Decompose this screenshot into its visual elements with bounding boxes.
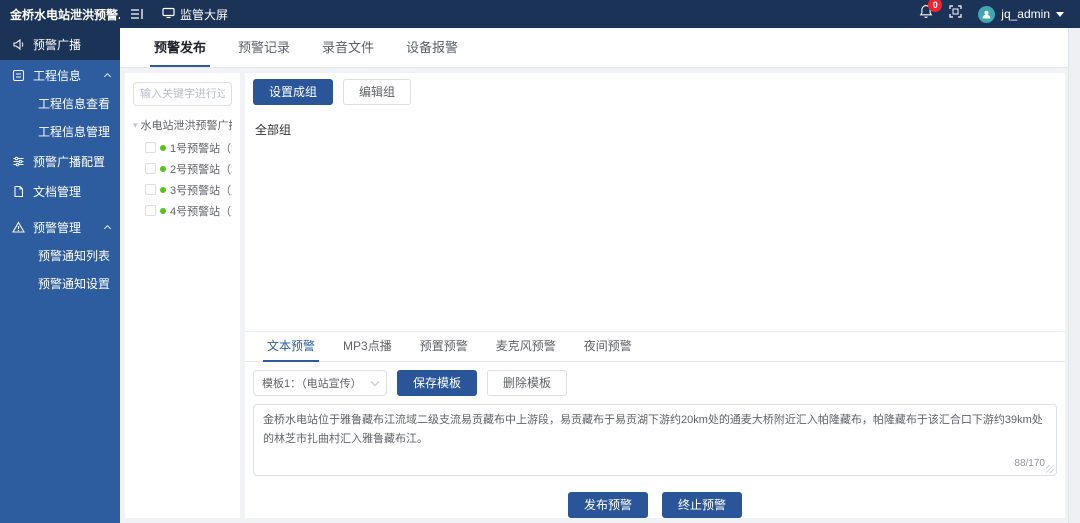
sidebar-group-project-info[interactable]: 工程信息: [0, 60, 120, 90]
sidebar-item-warning-notice-settings[interactable]: 预警通知设置: [0, 270, 120, 298]
avatar: [978, 6, 995, 23]
char-counter: 88/170: [1010, 458, 1045, 469]
tree-station-2[interactable]: 2号预警站（坝下）: [133, 162, 232, 175]
scrollbar-track[interactable]: [1068, 28, 1080, 523]
config-sliders-icon: [12, 155, 25, 168]
tree-filter-input[interactable]: [133, 82, 232, 106]
tab-text-warning[interactable]: 文本预警: [253, 332, 329, 361]
tab-microphone-warning[interactable]: 麦克风预警: [482, 332, 570, 361]
sidebar: 预警广播 工程信息 工程信息查看 工程信息管理 预警广播配置 文档管理: [0, 28, 120, 523]
chevron-up-icon: [104, 72, 111, 79]
username-label: jq_admin: [1001, 7, 1050, 21]
sidebar-item-warning-broadcast[interactable]: 预警广播: [0, 28, 120, 60]
app-title: 金桥水电站泄洪预警...: [0, 6, 120, 23]
broadcast-icon: [12, 38, 25, 51]
chevron-up-icon: [104, 224, 111, 231]
stop-warning-button[interactable]: 终止预警: [662, 492, 742, 518]
main-tab-bar: 预警发布 预警记录 录音文件 设备报警: [120, 28, 1068, 68]
sidebar-item-label: 预警广播: [33, 36, 81, 53]
warning-tab-bar: 文本预警 MP3点播 预置预警 麦克风预警 夜间预警: [245, 332, 1065, 362]
online-status-dot: [160, 166, 166, 172]
station-checkbox[interactable]: [145, 142, 156, 153]
tab-recording-files[interactable]: 录音文件: [306, 28, 390, 67]
tab-device-alarms[interactable]: 设备报警: [390, 28, 474, 67]
warning-editor-section: 文本预警 MP3点播 预置预警 麦克风预警 夜间预警 模板1：（电站宣传） 保存…: [245, 331, 1065, 518]
station-checkbox[interactable]: [145, 184, 156, 195]
tab-warning-records[interactable]: 预警记录: [222, 28, 306, 67]
tab-mp3-broadcast[interactable]: MP3点播: [329, 332, 406, 361]
sidebar-item-document-manage[interactable]: 文档管理: [0, 176, 120, 206]
alert-icon: [12, 221, 25, 234]
edit-group-button[interactable]: 编辑组: [343, 79, 411, 105]
app-root: 金桥水电站泄洪预警... 监管大屏 0: [0, 0, 1080, 523]
chevron-down-icon: [1056, 12, 1064, 17]
station-checkbox[interactable]: [145, 205, 156, 216]
tree-station-4[interactable]: 4号预警站（大坝）: [133, 204, 232, 217]
sidebar-item-label: 工程信息: [33, 67, 81, 84]
main-panel: 设置成组 编辑组 全部组 文本预警 MP3点播 预置预警 麦克风预警 夜间预警 …: [245, 73, 1065, 518]
tree-root-label: 水电站泄洪预警广播系...: [141, 117, 232, 133]
station-label: 1号预警站（坝上）: [170, 141, 232, 154]
sidebar-item-warning-notice-list[interactable]: 预警通知列表: [0, 242, 120, 270]
sidebar-item-label: 预警广播配置: [33, 153, 105, 170]
all-groups-label: 全部组: [245, 105, 1065, 154]
sidebar-item-project-info-view[interactable]: 工程信息查看: [0, 90, 120, 118]
project-info-icon: [12, 69, 25, 82]
sidebar-group-warning-manage[interactable]: 预警管理: [0, 212, 120, 242]
supervision-screen-link[interactable]: 监管大屏: [162, 6, 228, 23]
save-template-button[interactable]: 保存模板: [397, 370, 477, 396]
resize-handle-icon[interactable]: [1046, 465, 1054, 473]
tree-station-3[interactable]: 3号预警站（尾水）: [133, 183, 232, 196]
sidebar-item-label: 预警管理: [33, 219, 81, 236]
tab-preset-warning[interactable]: 预置预警: [406, 332, 482, 361]
group-toolbar: 设置成组 编辑组: [245, 73, 1065, 105]
station-tree-panel: ▾ 水电站泄洪预警广播系... 1号预警站（坝上） 2号预警站（坝下） 3号预警…: [125, 73, 240, 518]
tree-root-node[interactable]: ▾ 水电站泄洪预警广播系...: [133, 117, 232, 133]
topbar-right: 0 jq_admin: [919, 4, 1080, 24]
action-buttons: 发布预警 终止预警: [245, 492, 1065, 518]
warning-text-input[interactable]: 金桥水电站位于雅鲁藏布江流域二级支流易贡藏布中上游段，易贡藏布于易贡湖下游约20…: [253, 404, 1057, 476]
tab-warning-publish[interactable]: 预警发布: [138, 28, 222, 67]
station-label: 4号预警站（大坝）: [170, 204, 232, 217]
supervision-screen-label: 监管大屏: [180, 6, 228, 23]
sidebar-item-label: 文档管理: [33, 183, 81, 200]
template-select[interactable]: 模板1：（电站宣传）: [253, 370, 387, 396]
fullscreen-icon: [949, 5, 962, 23]
sidebar-item-project-info-manage[interactable]: 工程信息管理: [0, 118, 120, 146]
notifications-button[interactable]: 0: [919, 4, 933, 24]
menu-fold-icon[interactable]: [130, 8, 144, 20]
user-menu[interactable]: jq_admin: [978, 6, 1064, 23]
set-group-button[interactable]: 设置成组: [253, 79, 333, 105]
fullscreen-button[interactable]: [949, 5, 962, 23]
template-select-value: 模板1：（电站宣传）: [262, 375, 362, 391]
sidebar-item-broadcast-config[interactable]: 预警广播配置: [0, 146, 120, 176]
chevron-down-icon: [371, 377, 379, 385]
online-status-dot: [160, 208, 166, 214]
tree-station-1[interactable]: 1号预警站（坝上）: [133, 141, 232, 154]
warning-text-wrapper: 金桥水电站位于雅鲁藏布江流域二级支流易贡藏布中上游段，易贡藏布于易贡湖下游约20…: [253, 404, 1057, 476]
station-label: 2号预警站（坝下）: [170, 162, 232, 175]
publish-warning-button[interactable]: 发布预警: [568, 492, 648, 518]
online-status-dot: [160, 145, 166, 151]
tab-night-warning[interactable]: 夜间预警: [570, 332, 646, 361]
notification-badge: 0: [928, 0, 942, 12]
tree-expand-icon: ▾: [133, 120, 138, 131]
station-label: 3号预警站（尾水）: [170, 183, 232, 196]
station-checkbox[interactable]: [145, 163, 156, 174]
monitor-icon: [162, 7, 175, 22]
topbar: 金桥水电站泄洪预警... 监管大屏 0: [0, 0, 1080, 28]
document-icon: [12, 185, 25, 198]
delete-template-button[interactable]: 删除模板: [487, 370, 567, 396]
online-status-dot: [160, 187, 166, 193]
template-toolbar: 模板1：（电站宣传） 保存模板 删除模板: [245, 362, 1065, 404]
